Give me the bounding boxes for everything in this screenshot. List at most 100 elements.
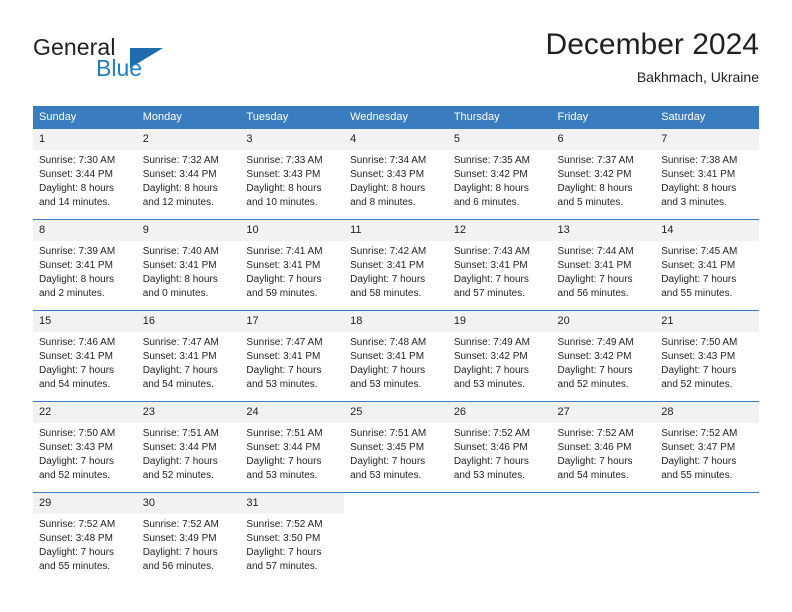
calendar-day-cell[interactable]: 2 Sunrise: 7:32 AM Sunset: 3:44 PM Daylight… xyxy=(136,128,241,220)
day-detail-sunset: Sunset: 3:43 PM xyxy=(350,169,425,180)
day-details: Sunrise: 7:52 AM Sunset: 3:47 PM Daylight:… xyxy=(655,423,759,483)
day-detail-sunset: Sunset: 3:41 PM xyxy=(453,260,528,271)
day-detail-daylight2: and 52 minutes. xyxy=(661,379,733,390)
calendar-day-cell[interactable]: 9 Sunrise: 7:40 AM Sunset: 3:41 PM Daylight… xyxy=(136,219,241,311)
day-detail-daylight2: and 55 minutes. xyxy=(39,561,111,572)
day-number: 8 xyxy=(33,220,137,241)
day-cell-inner: 8 Sunrise: 7:39 AM Sunset: 3:41 PM Daylight… xyxy=(33,220,137,310)
day-details: Sunrise: 7:41 AM Sunset: 3:41 PM Daylight:… xyxy=(240,241,344,301)
day-detail-sunrise: Sunrise: 7:51 AM xyxy=(142,428,219,439)
day-detail-daylight2: and 6 minutes. xyxy=(453,197,520,208)
title-block: December 2024 Bakhmach, Ukraine xyxy=(546,28,759,86)
day-number: 21 xyxy=(655,311,759,332)
day-detail-sunset: Sunset: 3:45 PM xyxy=(350,442,425,453)
day-number: 15 xyxy=(33,311,137,332)
day-number xyxy=(344,493,448,514)
day-cell-inner: 23 Sunrise: 7:51 AM Sunset: 3:44 PM Dayligh… xyxy=(136,402,241,492)
calendar-day-cell[interactable]: 27 Sunrise: 7:52 AM Sunset: 3:46 PM Dayligh… xyxy=(551,401,656,493)
day-detail-sunset: Sunset: 3:42 PM xyxy=(557,169,632,180)
calendar-week-row: 29 Sunrise: 7:52 AM Sunset: 3:48 PM Dayligh… xyxy=(33,492,759,583)
day-cell-inner: 17 Sunrise: 7:47 AM Sunset: 3:41 PM Dayligh… xyxy=(240,311,345,401)
day-detail-sunrise: Sunrise: 7:51 AM xyxy=(350,428,427,439)
calendar-day-cell[interactable]: 7 Sunrise: 7:38 AM Sunset: 3:41 PM Daylight… xyxy=(655,128,759,220)
day-cell-inner: 15 Sunrise: 7:46 AM Sunset: 3:41 PM Dayligh… xyxy=(33,311,137,401)
day-detail-sunrise: Sunrise: 7:42 AM xyxy=(350,246,427,257)
day-cell-inner: 14 Sunrise: 7:45 AM Sunset: 3:41 PM Dayligh… xyxy=(655,220,759,310)
day-detail-sunset: Sunset: 3:43 PM xyxy=(246,169,321,180)
calendar-day-cell[interactable]: 24 Sunrise: 7:51 AM Sunset: 3:44 PM Dayligh… xyxy=(240,401,345,493)
day-detail-sunset: Sunset: 3:46 PM xyxy=(557,442,632,453)
day-number: 31 xyxy=(240,493,345,514)
day-cell-inner: 27 Sunrise: 7:52 AM Sunset: 3:46 PM Dayligh… xyxy=(551,402,656,492)
day-cell-inner: 1 Sunrise: 7:30 AM Sunset: 3:44 PM Daylight… xyxy=(33,129,137,219)
day-detail-sunset: Sunset: 3:41 PM xyxy=(39,260,113,271)
day-detail-sunset: Sunset: 3:50 PM xyxy=(246,533,321,544)
calendar-day-cell[interactable]: 25 Sunrise: 7:51 AM Sunset: 3:45 PM Dayligh… xyxy=(344,401,448,493)
day-detail-sunrise: Sunrise: 7:44 AM xyxy=(557,246,634,257)
day-detail-daylight2: and 58 minutes. xyxy=(350,288,422,299)
calendar-day-cell[interactable]: 30 Sunrise: 7:52 AM Sunset: 3:49 PM Dayligh… xyxy=(136,492,241,583)
day-cell-inner: 3 Sunrise: 7:33 AM Sunset: 3:43 PM Daylight… xyxy=(240,129,345,219)
day-details: Sunrise: 7:51 AM Sunset: 3:44 PM Daylight:… xyxy=(240,423,344,483)
calendar-day-cell[interactable]: 12 Sunrise: 7:43 AM Sunset: 3:41 PM Dayligh… xyxy=(447,219,552,311)
calendar-day-cell[interactable]: 17 Sunrise: 7:47 AM Sunset: 3:41 PM Dayligh… xyxy=(240,310,345,402)
calendar-day-cell[interactable]: 1 Sunrise: 7:30 AM Sunset: 3:44 PM Daylight… xyxy=(33,128,137,220)
day-detail-daylight1: Daylight: 7 hours xyxy=(350,456,426,467)
calendar-day-cell[interactable]: 10 Sunrise: 7:41 AM Sunset: 3:41 PM Dayligh… xyxy=(240,219,345,311)
day-detail-daylight2: and 10 minutes. xyxy=(246,197,318,208)
calendar-day-cell[interactable]: 16 Sunrise: 7:47 AM Sunset: 3:41 PM Dayligh… xyxy=(136,310,241,402)
day-details: Sunrise: 7:32 AM Sunset: 3:44 PM Daylight:… xyxy=(137,150,241,210)
calendar-day-cell[interactable]: 3 Sunrise: 7:33 AM Sunset: 3:43 PM Daylight… xyxy=(240,128,345,220)
day-cell-inner: 16 Sunrise: 7:47 AM Sunset: 3:41 PM Dayligh… xyxy=(136,311,241,401)
calendar-body: 1 Sunrise: 7:30 AM Sunset: 3:44 PM Daylight… xyxy=(33,128,759,583)
day-details: Sunrise: 7:43 AM Sunset: 3:41 PM Daylight:… xyxy=(448,241,552,301)
calendar-day-cell[interactable]: 11 Sunrise: 7:42 AM Sunset: 3:41 PM Dayligh… xyxy=(344,219,448,311)
calendar-day-cell[interactable]: 19 Sunrise: 7:49 AM Sunset: 3:42 PM Dayligh… xyxy=(447,310,552,402)
calendar-empty-cell xyxy=(447,492,552,583)
day-detail-daylight2: and 53 minutes. xyxy=(246,470,318,481)
calendar-day-cell[interactable]: 26 Sunrise: 7:52 AM Sunset: 3:46 PM Dayligh… xyxy=(447,401,552,493)
calendar-day-cell[interactable]: 29 Sunrise: 7:52 AM Sunset: 3:48 PM Dayligh… xyxy=(33,492,137,583)
calendar-day-cell[interactable]: 8 Sunrise: 7:39 AM Sunset: 3:41 PM Daylight… xyxy=(33,219,137,311)
day-detail-sunset: Sunset: 3:41 PM xyxy=(39,351,113,362)
calendar-week-row: 1 Sunrise: 7:30 AM Sunset: 3:44 PM Daylight… xyxy=(33,128,759,220)
day-cell-inner: 11 Sunrise: 7:42 AM Sunset: 3:41 PM Dayligh… xyxy=(344,220,448,310)
calendar-day-cell[interactable]: 28 Sunrise: 7:52 AM Sunset: 3:47 PM Dayligh… xyxy=(655,401,759,493)
day-details: Sunrise: 7:40 AM Sunset: 3:41 PM Daylight:… xyxy=(137,241,241,301)
calendar-day-cell[interactable]: 15 Sunrise: 7:46 AM Sunset: 3:41 PM Dayligh… xyxy=(33,310,137,402)
day-detail-daylight2: and 5 minutes. xyxy=(557,197,624,208)
weekday-header-row: Sunday Monday Tuesday Wednesday Thursday Frid… xyxy=(33,106,759,129)
day-detail-daylight1: Daylight: 7 hours xyxy=(557,274,633,285)
calendar-day-cell[interactable]: 31 Sunrise: 7:52 AM Sunset: 3:50 PM Dayligh… xyxy=(240,492,345,583)
day-detail-sunrise: Sunrise: 7:46 AM xyxy=(39,337,116,348)
day-cell-inner: 31 Sunrise: 7:52 AM Sunset: 3:50 PM Dayligh… xyxy=(240,493,345,583)
page-header: General Blue December 2024 Bakhmach, Ukr… xyxy=(33,28,759,98)
day-number: 25 xyxy=(344,402,448,423)
day-cell-inner: 29 Sunrise: 7:52 AM Sunset: 3:48 PM Dayligh… xyxy=(33,493,137,583)
calendar-day-cell[interactable]: 18 Sunrise: 7:48 AM Sunset: 3:41 PM Dayligh… xyxy=(344,310,448,402)
calendar-day-cell[interactable]: 6 Sunrise: 7:37 AM Sunset: 3:42 PM Daylight… xyxy=(551,128,656,220)
calendar-day-cell[interactable]: 5 Sunrise: 7:35 AM Sunset: 3:42 PM Daylight… xyxy=(447,128,552,220)
day-cell-inner: 30 Sunrise: 7:52 AM Sunset: 3:49 PM Dayligh… xyxy=(136,493,241,583)
day-details: Sunrise: 7:52 AM Sunset: 3:48 PM Daylight:… xyxy=(33,514,137,574)
day-detail-daylight2: and 53 minutes. xyxy=(453,379,525,390)
day-detail-daylight1: Daylight: 7 hours xyxy=(661,274,737,285)
calendar-week-row: 15 Sunrise: 7:46 AM Sunset: 3:41 PM Dayligh… xyxy=(33,310,759,402)
day-detail-sunrise: Sunrise: 7:50 AM xyxy=(39,428,116,439)
calendar-day-cell[interactable]: 4 Sunrise: 7:34 AM Sunset: 3:43 PM Daylight… xyxy=(344,128,448,220)
calendar-day-cell[interactable]: 22 Sunrise: 7:50 AM Sunset: 3:43 PM Dayligh… xyxy=(33,401,137,493)
day-number xyxy=(447,493,552,514)
calendar-day-cell[interactable]: 14 Sunrise: 7:45 AM Sunset: 3:41 PM Dayligh… xyxy=(655,219,759,311)
calendar-day-cell[interactable]: 21 Sunrise: 7:50 AM Sunset: 3:43 PM Dayligh… xyxy=(655,310,759,402)
day-detail-daylight1: Daylight: 7 hours xyxy=(246,365,322,376)
calendar-day-cell[interactable]: 23 Sunrise: 7:51 AM Sunset: 3:44 PM Dayligh… xyxy=(136,401,241,493)
calendar-week-row: 22 Sunrise: 7:50 AM Sunset: 3:43 PM Dayligh… xyxy=(33,401,759,493)
day-detail-sunset: Sunset: 3:48 PM xyxy=(39,533,113,544)
day-detail-daylight1: Daylight: 7 hours xyxy=(453,274,529,285)
day-number: 20 xyxy=(551,311,656,332)
calendar-header-row: Sunday Monday Tuesday Wednesday Thursday Frid… xyxy=(33,106,759,129)
general-blue-logo[interactable]: General Blue xyxy=(33,34,233,90)
calendar-day-cell[interactable]: 20 Sunrise: 7:49 AM Sunset: 3:42 PM Dayligh… xyxy=(551,310,656,402)
day-detail-sunrise: Sunrise: 7:50 AM xyxy=(661,337,738,348)
calendar-day-cell[interactable]: 13 Sunrise: 7:44 AM Sunset: 3:41 PM Dayligh… xyxy=(551,219,656,311)
